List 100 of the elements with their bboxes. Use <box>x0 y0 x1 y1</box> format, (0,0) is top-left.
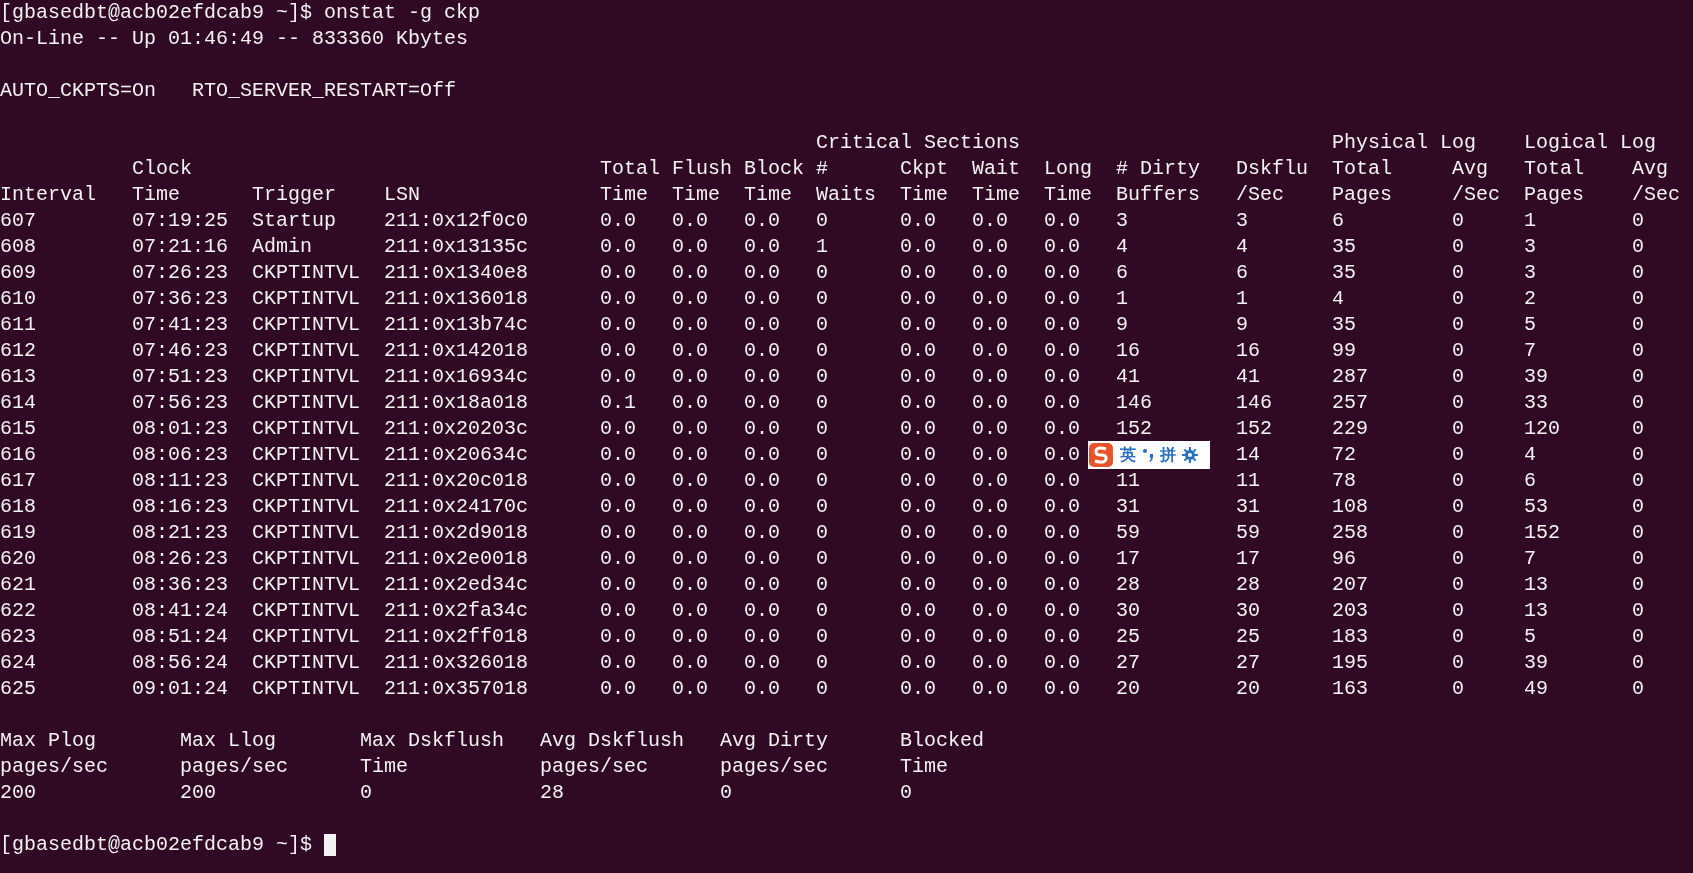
table-cell: CKPTINTVL <box>252 260 361 286</box>
table-cell: CKPTINTVL <box>252 364 361 390</box>
table-cell: 0 <box>1452 260 1464 286</box>
table-cell: 13 <box>1524 572 1548 598</box>
table-cell: 0.0 <box>744 416 780 442</box>
table-cell: 0.0 <box>744 312 780 338</box>
table-cell: 0.0 <box>600 598 636 624</box>
table-cell: 0.0 <box>972 520 1008 546</box>
column-header: Avg /Sec <box>1452 156 1500 208</box>
table-cell: 99 <box>1332 338 1356 364</box>
table-cell: 08:26:23 <box>132 546 228 572</box>
table-cell: 3 <box>1524 234 1536 260</box>
table-cell: 4 <box>1524 442 1536 468</box>
table-cell: 211:0x20203c <box>384 416 529 442</box>
table-cell: 0.0 <box>972 494 1008 520</box>
table-cell: 0.0 <box>900 650 936 676</box>
table-cell: 0.0 <box>1044 364 1080 390</box>
summary-value: 28 <box>540 780 564 806</box>
table-cell: 0.0 <box>1044 312 1080 338</box>
language-toggle[interactable]: 英 <box>1120 445 1136 465</box>
table-cell: 5 <box>1524 624 1536 650</box>
table-cell: CKPTINTVL <box>252 468 361 494</box>
table-cell: 0.0 <box>600 546 636 572</box>
table-cell: 615 <box>0 416 36 442</box>
table-cell: 35 <box>1332 312 1356 338</box>
table-cell: 0.0 <box>972 208 1008 234</box>
table-cell: 211:0x2fa34c <box>384 598 529 624</box>
table-cell: 207 <box>1332 572 1368 598</box>
table-cell: 0 <box>816 260 828 286</box>
table-cell: 0.0 <box>672 598 708 624</box>
table-cell: 0.0 <box>972 624 1008 650</box>
table-cell: 07:19:25 <box>132 208 228 234</box>
table-cell: 0 <box>816 312 828 338</box>
table-cell: 0.0 <box>744 338 780 364</box>
table-cell: 41 <box>1116 364 1140 390</box>
table-cell: 0.0 <box>900 312 936 338</box>
table-cell: 0.0 <box>1044 520 1080 546</box>
table-cell: 0 <box>1632 208 1644 234</box>
table-cell: 20 <box>1116 676 1140 702</box>
summary-label: Blocked Time <box>900 728 984 780</box>
table-cell: 07:26:23 <box>132 260 228 286</box>
table-cell: 07:36:23 <box>132 286 228 312</box>
table-cell: 621 <box>0 572 36 598</box>
table-cell: 0.0 <box>1044 598 1080 624</box>
table-cell: 0 <box>1452 286 1464 312</box>
table-cell: 39 <box>1524 364 1548 390</box>
table-cell: 0.0 <box>900 624 936 650</box>
table-cell: 33 <box>1524 390 1548 416</box>
table-cell: 0 <box>1632 520 1644 546</box>
table-cell: 622 <box>0 598 36 624</box>
table-cell: 08:36:23 <box>132 572 228 598</box>
table-cell: 0 <box>1452 520 1464 546</box>
table-cell: 25 <box>1236 624 1260 650</box>
table-cell: 0 <box>1632 260 1644 286</box>
table-cell: 0.0 <box>600 520 636 546</box>
table-cell: CKPTINTVL <box>252 572 361 598</box>
table-cell: 617 <box>0 468 36 494</box>
table-cell: 0.0 <box>600 416 636 442</box>
table-cell: CKPTINTVL <box>252 494 361 520</box>
punctuation-icon[interactable] <box>1142 448 1154 462</box>
table-cell: 0.0 <box>672 208 708 234</box>
ime-logo-icon[interactable] <box>1088 441 1114 469</box>
table-cell: 07:21:16 <box>132 234 228 260</box>
table-cell: 0 <box>1452 442 1464 468</box>
table-cell: 0.0 <box>1044 416 1080 442</box>
table-cell: 0 <box>816 494 828 520</box>
table-cell: 0.0 <box>1044 624 1080 650</box>
settings-icon[interactable] <box>1182 447 1198 463</box>
summary-label: Avg Dskflush pages/sec <box>540 728 685 780</box>
table-cell: 0 <box>1452 208 1464 234</box>
input-mode-toggle[interactable]: 拼 <box>1160 445 1176 465</box>
table-cell: 7 <box>1524 338 1536 364</box>
table-cell: 0.0 <box>1044 234 1080 260</box>
table-cell: CKPTINTVL <box>252 416 361 442</box>
table-cell: 0.0 <box>1044 390 1080 416</box>
table-cell: 6 <box>1524 468 1536 494</box>
table-cell: 1 <box>1116 286 1128 312</box>
table-cell: 13 <box>1524 598 1548 624</box>
table-cell: 0 <box>1632 364 1644 390</box>
table-cell: 211:0x142018 <box>384 338 529 364</box>
table-cell: 258 <box>1332 520 1368 546</box>
table-cell: 28 <box>1116 572 1140 598</box>
table-cell: 59 <box>1116 520 1140 546</box>
table-cell: 0.0 <box>744 572 780 598</box>
table-cell: 0 <box>1632 286 1644 312</box>
table-cell: 0.0 <box>600 234 636 260</box>
table-cell: 0 <box>1452 494 1464 520</box>
table-cell: 6 <box>1332 208 1344 234</box>
summary-value: 200 <box>180 780 216 806</box>
summary-value: 0 <box>360 780 372 806</box>
table-cell: CKPTINTVL <box>252 624 361 650</box>
table-cell: 211:0x20634c <box>384 442 529 468</box>
table-cell: 0.0 <box>744 520 780 546</box>
table-cell: 0.0 <box>600 676 636 702</box>
table-cell: 0 <box>816 468 828 494</box>
table-cell: 0.0 <box>744 546 780 572</box>
table-cell: 0 <box>1632 442 1644 468</box>
table-cell: 17 <box>1236 546 1260 572</box>
column-header: LSN <box>384 182 420 208</box>
table-cell: 0 <box>1452 364 1464 390</box>
